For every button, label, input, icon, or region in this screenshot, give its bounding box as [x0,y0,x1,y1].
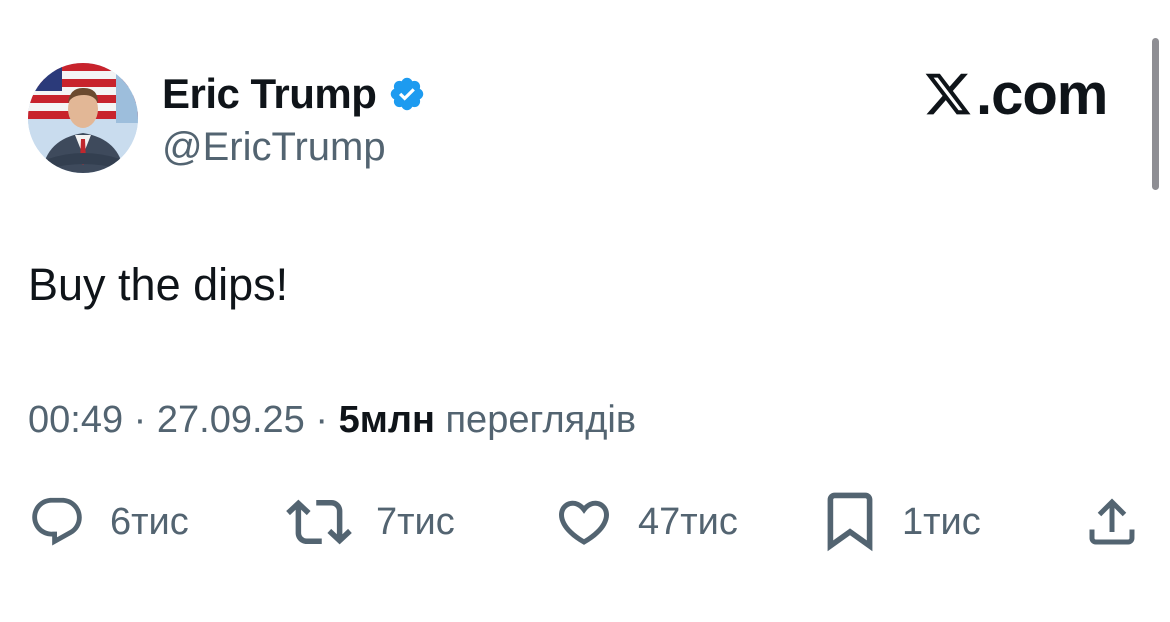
bookmark-button[interactable]: 1тис [822,490,981,554]
tweet-date[interactable]: 27.09.25 [157,399,305,441]
scrollbar[interactable] [1152,38,1159,190]
avatar-photo [28,63,138,173]
meta-separator: · [315,399,329,441]
views-label: переглядів [445,399,637,441]
heart-icon [558,500,610,545]
reply-button[interactable]: 6тис [28,490,189,554]
tweet-meta: 00:49 · 27.09.25 · 5млн переглядів [28,398,636,442]
author-display-name[interactable]: Eric Trump [162,70,377,118]
verified-badge-icon[interactable] [388,75,426,113]
meta-separator: · [133,399,147,441]
retweet-icon [286,499,352,545]
x-brand-logo: .com [922,62,1108,127]
share-button[interactable] [1082,490,1142,554]
x-logo-icon [925,73,971,115]
reply-count: 6тис [110,500,189,543]
tweet-text: Buy the dips! [28,259,289,310]
reply-icon [32,497,82,546]
like-count: 47тис [638,500,738,543]
avatar[interactable] [28,63,138,173]
share-icon [1089,498,1135,545]
like-button[interactable]: 47тис [554,490,738,554]
author-name-row[interactable]: Eric Trump [162,70,426,118]
retweet-count: 7тис [376,500,455,543]
bookmark-count: 1тис [902,500,981,543]
bookmark-icon [827,492,873,552]
author-handle[interactable]: @EricTrump [162,124,386,170]
retweet-button[interactable]: 7тис [286,490,455,554]
tweet-action-bar: 6тис 7тис 47тис 1тис [28,490,1142,554]
brand-domain-label: .com [976,61,1108,127]
tweet-time[interactable]: 00:49 [28,399,123,441]
views-count[interactable]: 5млн [339,399,435,441]
